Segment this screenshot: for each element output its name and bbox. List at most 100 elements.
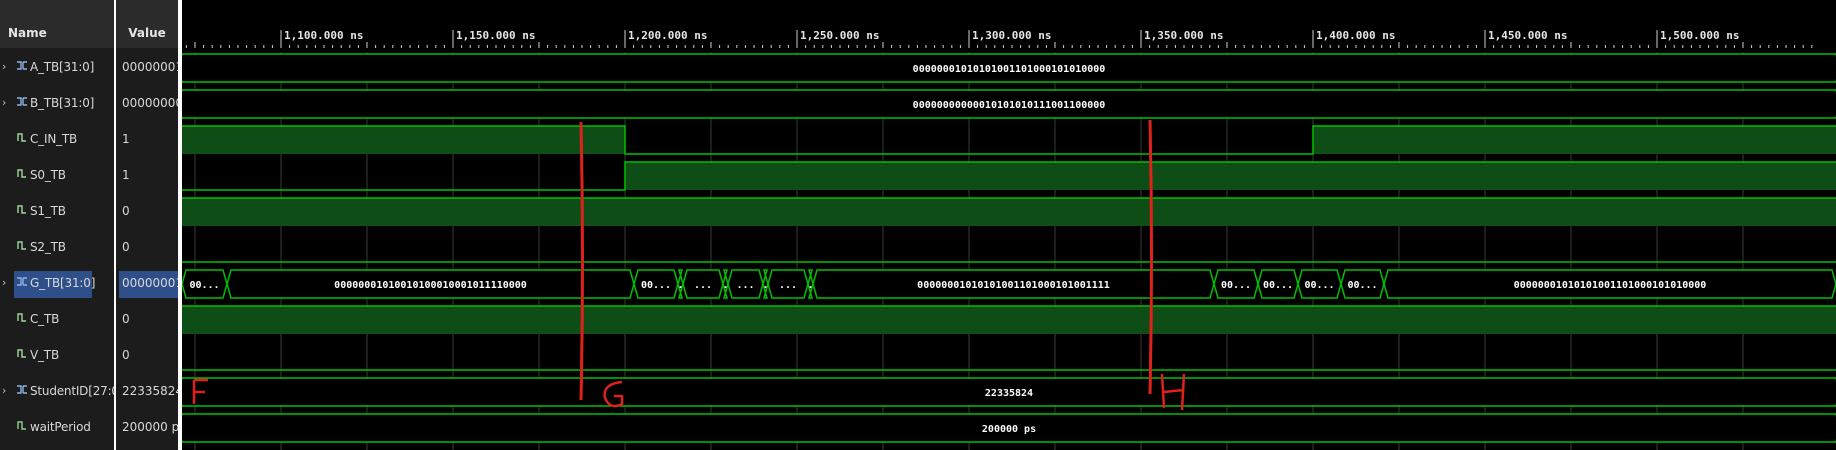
signal-name: S1_TB	[30, 204, 66, 218]
high-level-fill	[625, 162, 1836, 190]
high-level-fill	[1313, 126, 1836, 154]
bit-signal-icon	[17, 169, 26, 178]
b-tb-value: 00000000000010101010111001100000	[913, 100, 1106, 111]
chevron-right-icon[interactable]: ›	[2, 276, 6, 289]
signal-values-panel: Value 00000001 00000000 1 1 0 0 00000001 0 0 2233…	[116, 0, 178, 450]
ruler-label: 1,400.000 ns	[1316, 29, 1395, 42]
ruler-label: 1,200.000 ns	[628, 29, 707, 42]
value-row[interactable]: 0	[116, 338, 178, 374]
g-tb-value: 00...	[1304, 280, 1334, 291]
red-marker-line	[1148, 119, 1153, 395]
signal-value: 0	[122, 312, 130, 326]
signal-value: 0	[122, 204, 130, 218]
signal-name: C_IN_TB	[30, 132, 78, 146]
bit-signal-icon	[17, 205, 26, 214]
signal-row-g_tb310[interactable]: › G_TB[31:0]	[0, 266, 114, 302]
g-tb-value: 00000001010101001101000101001111	[917, 280, 1110, 291]
signal-name: B_TB[31:0]	[30, 96, 95, 110]
signal-name: S0_TB	[30, 168, 66, 182]
g-tb-value: .	[722, 280, 728, 291]
signal-names-panel: Name › A_TB[31:0] › B_TB[31:0] C_IN_TB S0_TB S…	[0, 0, 124, 450]
signal-name: waitPeriod	[30, 420, 91, 434]
value-column-header[interactable]: Value	[116, 0, 178, 48]
value-row[interactable]: 22335824	[116, 374, 178, 410]
g-tb-value: .	[807, 280, 813, 291]
signal-row-v_tb[interactable]: V_TB	[0, 338, 114, 374]
bit-signal-icon	[17, 421, 26, 430]
g-tb-value: 00000001010010100010001011110000	[334, 280, 527, 291]
signal-value: 00000001	[122, 276, 178, 290]
high-level-fill	[625, 198, 1836, 226]
signal-row-waitperiod[interactable]: waitPeriod	[0, 410, 114, 446]
g-tb-value: 00...	[641, 280, 671, 291]
chevron-right-icon[interactable]: ›	[2, 96, 6, 109]
bus-signal-icon	[17, 61, 27, 70]
value-row[interactable]: 0	[116, 302, 178, 338]
value-row[interactable]: 00000001	[116, 50, 178, 86]
name-column-header[interactable]: Name	[0, 0, 114, 48]
signal-row-c_tb[interactable]: C_TB	[0, 302, 114, 338]
signal-name: C_TB	[30, 312, 60, 326]
bit-signal-icon	[17, 313, 26, 322]
signal-row-a_tb310[interactable]: › A_TB[31:0]	[0, 50, 114, 86]
signal-row-s1_tb[interactable]: S1_TB	[0, 194, 114, 230]
g-tb-value: ...	[779, 280, 797, 291]
signal-value: 00000000	[122, 96, 178, 110]
signal-row-s2_tb[interactable]: S2_TB	[0, 230, 114, 266]
g-tb-value: .	[762, 280, 768, 291]
signal-value: 1	[122, 132, 130, 146]
chevron-right-icon[interactable]: ›	[2, 60, 6, 73]
ruler-label: 1,450.000 ns	[1488, 29, 1567, 42]
ruler-label: 1,350.000 ns	[1144, 29, 1223, 42]
name-header-label: Name	[8, 26, 47, 40]
signal-row-c_in_tb[interactable]: C_IN_TB	[0, 122, 114, 158]
ruler-label: 1,500.000 ns	[1660, 29, 1739, 42]
a-tb-value: 00000001010101001101000101010000	[913, 64, 1106, 75]
signal-value: 200000 ps	[122, 420, 178, 434]
value-row[interactable]: 1	[116, 158, 178, 194]
red-marker-line	[579, 121, 584, 401]
bus-signal-icon	[17, 97, 27, 106]
g-tb-value: .	[677, 280, 683, 291]
g-tb-value: 00000001010101001101000101010000	[1514, 280, 1707, 291]
value-row[interactable]: 0	[116, 230, 178, 266]
value-header-label: Value	[128, 26, 166, 40]
signal-row-b_tb310[interactable]: › B_TB[31:0]	[0, 86, 114, 122]
ruler-label: 1,250.000 ns	[800, 29, 879, 42]
g-tb-value: 00...	[189, 280, 219, 291]
signal-name: A_TB[31:0]	[30, 60, 95, 74]
ruler-label: 1,100.000 ns	[284, 29, 363, 42]
ruler-label: 1,300.000 ns	[972, 29, 1051, 42]
signal-value: 1	[122, 168, 130, 182]
value-row[interactable]: 0	[116, 194, 178, 230]
signal-row-s0_tb[interactable]: S0_TB	[0, 158, 114, 194]
high-level-fill	[625, 306, 1836, 334]
signal-value: 0	[122, 348, 130, 362]
value-row[interactable]: 200000 ps	[116, 410, 178, 446]
ruler-label: 1,150.000 ns	[456, 29, 535, 42]
value-row[interactable]: 00000001	[116, 266, 178, 302]
wait-period-value: 200000 ps	[982, 424, 1036, 435]
bus-signal-icon	[17, 385, 27, 394]
signal-value: 00000001	[122, 60, 178, 74]
signal-name: StudentID[27:0]	[30, 384, 124, 398]
high-level-fill	[182, 306, 625, 334]
signal-traces: 00000001010101001101000101010000 00000000…	[182, 53, 1836, 443]
signal-value: 0	[122, 240, 130, 254]
waveform-canvas[interactable]: 1,100.000 ns 1,150.000 ns 1,200.000 ns 1,25…	[182, 0, 1836, 450]
value-row[interactable]: 1	[116, 122, 178, 158]
g-tb-value: 00...	[1221, 280, 1251, 291]
bus-signal-icon	[17, 277, 27, 286]
g-tb-value: ...	[736, 280, 754, 291]
value-row[interactable]: 00000000	[116, 86, 178, 122]
chevron-right-icon[interactable]: ›	[2, 384, 6, 397]
high-level-fill	[182, 198, 625, 226]
high-level-fill	[182, 126, 625, 154]
g-tb-value: ...	[694, 280, 712, 291]
student-id-value: 22335824	[985, 388, 1033, 399]
g-tb-value: 00...	[1263, 280, 1293, 291]
signal-name: S2_TB	[30, 240, 66, 254]
signal-name: G_TB[31:0]	[30, 276, 96, 290]
bit-signal-icon	[17, 133, 26, 142]
signal-row-studentid270[interactable]: › StudentID[27:0]	[0, 374, 124, 410]
